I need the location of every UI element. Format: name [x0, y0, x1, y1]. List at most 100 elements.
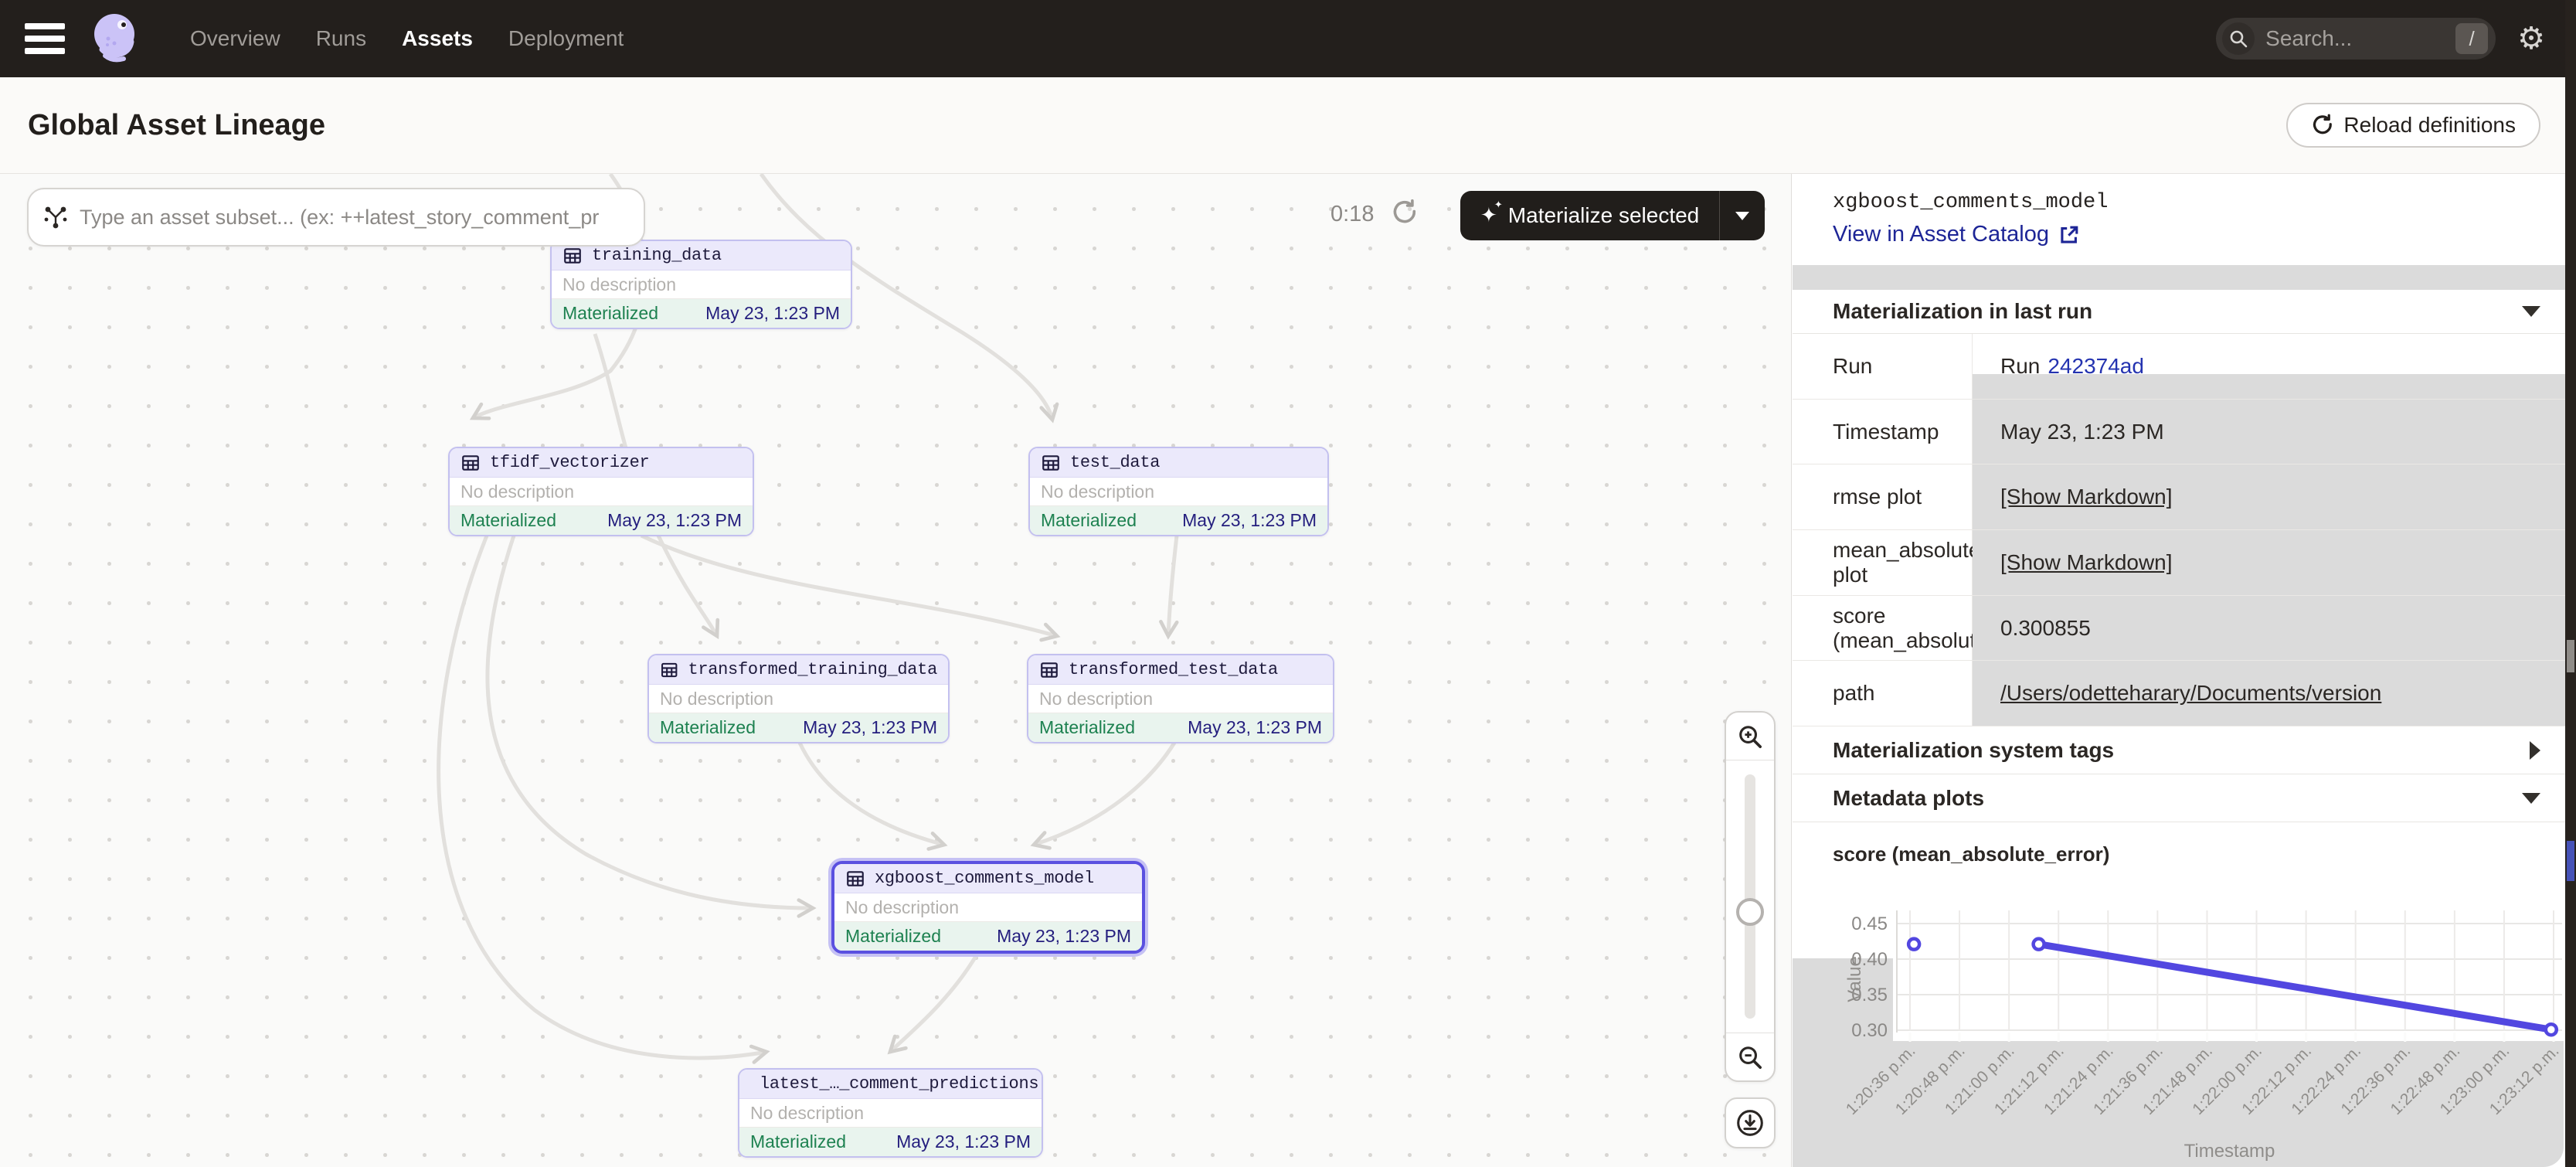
- lineage-edge: [439, 536, 766, 1058]
- value-link[interactable]: /Users/odetteharary/Documents/version: [2000, 681, 2381, 706]
- view-in-asset-catalog-link[interactable]: View in Asset Catalog: [1833, 222, 2080, 247]
- chevron-right-icon: [2530, 741, 2540, 760]
- row-value: 0.300855: [1973, 596, 2576, 661]
- materialization-time[interactable]: May 23, 1:23 PM: [803, 717, 937, 738]
- zoom-slider-track[interactable]: [1745, 774, 1755, 1019]
- data-point[interactable]: [1908, 939, 1919, 950]
- section-metadata-plots[interactable]: Metadata plots: [1793, 774, 2576, 822]
- value-link[interactable]: [Show Markdown]: [2000, 550, 2173, 575]
- top-navbar: Overview Runs Assets Deployment Search..…: [0, 0, 2576, 77]
- zoom-in-button[interactable]: [1726, 713, 1774, 760]
- x-axis-label: Timestamp: [2184, 1141, 2275, 1162]
- asset-subset-field[interactable]: [80, 206, 630, 230]
- table-icon: [1039, 660, 1059, 680]
- run-id-link[interactable]: 242374ad: [2048, 354, 2144, 379]
- nav-overview[interactable]: Overview: [190, 26, 280, 51]
- asset-node-header: latest_…_comment_predictions: [739, 1070, 1042, 1099]
- chevron-down-icon: [1735, 212, 1749, 220]
- asset-node-title: transformed_test_data: [1069, 660, 1278, 679]
- asset-node-transformed_training_data[interactable]: transformed_training_data No description…: [647, 654, 950, 743]
- row-label: Timestamp: [1793, 400, 1973, 464]
- table-row: TimestampMay 23, 1:23 PM: [1793, 400, 2576, 465]
- value-link[interactable]: [Show Markdown]: [2000, 485, 2173, 509]
- status-badge: Materialized: [1041, 510, 1137, 531]
- gear-icon[interactable]: ⚙: [2517, 21, 2545, 56]
- asset-lineage-graph[interactable]: 0:18 ✦ Materialize selected: [0, 174, 1792, 1167]
- asset-node-header: tfidf_vectorizer: [450, 448, 753, 478]
- lineage-edge: [641, 536, 1057, 636]
- table-row: rmse plot [Show Markdown]: [1793, 464, 2576, 530]
- materialize-selected-button[interactable]: ✦ Materialize selected: [1460, 191, 1765, 240]
- selected-asset-title: xgboost_comments_model: [1833, 191, 2576, 214]
- download-graph-button[interactable]: [1725, 1097, 1776, 1148]
- asset-node-footer: Materialized May 23, 1:23 PM: [739, 1128, 1042, 1156]
- menu-icon[interactable]: [25, 23, 65, 54]
- refresh-icon: [2311, 114, 2334, 137]
- materialization-time[interactable]: May 23, 1:23 PM: [1188, 717, 1322, 738]
- asset-node-footer: Materialized May 23, 1:23 PM: [552, 299, 851, 328]
- section-materialization-last-run[interactable]: Materialization in last run: [1793, 290, 2576, 334]
- section-materialization-system-tags[interactable]: Materialization system tags: [1793, 726, 2576, 774]
- asset-node-footer: Materialized May 23, 1:23 PM: [450, 506, 753, 535]
- row-value: [Show Markdown]: [1973, 530, 2576, 595]
- nav-runs[interactable]: Runs: [316, 26, 366, 51]
- materialization-time[interactable]: May 23, 1:23 PM: [1182, 510, 1317, 531]
- main-nav: Overview Runs Assets Deployment: [190, 26, 624, 51]
- dagster-logo-icon[interactable]: [87, 9, 145, 68]
- sparkle-icon: ✦: [1480, 204, 1497, 227]
- search-input[interactable]: Search... /: [2216, 18, 2496, 60]
- asset-node-transformed_test_data[interactable]: transformed_test_data No description Mat…: [1027, 654, 1334, 743]
- asset-node-footer: Materialized May 23, 1:23 PM: [1030, 506, 1327, 535]
- table-row: path/Users/odetteharary/Documents/versio…: [1793, 661, 2576, 726]
- asset-node-description: No description: [739, 1099, 1042, 1128]
- download-circle-icon: [1735, 1107, 1765, 1138]
- score-chart: 0.450.400.350.301:20:36 p.m.1:20:48 p.m.…: [1793, 885, 2576, 1167]
- asset-node-tfidf_vectorizer[interactable]: tfidf_vectorizer No description Material…: [448, 447, 754, 536]
- table-icon: [562, 246, 583, 266]
- asset-node-description: No description: [552, 270, 851, 299]
- row-label: rmse plot: [1793, 464, 1973, 529]
- status-badge: Materialized: [562, 303, 658, 324]
- zoom-slider[interactable]: [1726, 760, 1774, 1033]
- asset-node-xgboost_comments_model[interactable]: xgboost_comments_model No description Ma…: [831, 861, 1145, 954]
- lineage-edge: [1168, 536, 1177, 636]
- zoom-slider-handle[interactable]: [1736, 898, 1764, 926]
- table-row: score (mean_absolute_error)0.300855: [1793, 596, 2576, 662]
- asset-detail-panel: xgboost_comments_model View in Asset Cat…: [1793, 174, 2576, 1167]
- asset-subset-input[interactable]: [27, 188, 645, 247]
- asset-node-title: xgboost_comments_model: [875, 869, 1094, 888]
- external-link-icon: [2058, 224, 2080, 246]
- materialization-time[interactable]: May 23, 1:23 PM: [997, 926, 1131, 947]
- asset-node-footer: Materialized May 23, 1:23 PM: [1028, 713, 1333, 742]
- metadata-table: RunRun242374adTimestampMay 23, 1:23 PMrm…: [1793, 334, 2576, 726]
- data-point[interactable]: [2546, 1024, 2557, 1035]
- search-placeholder: Search...: [2265, 26, 2455, 51]
- asset-node-footer: Materialized May 23, 1:23 PM: [649, 713, 948, 742]
- row-label: path: [1793, 661, 1973, 726]
- asset-node-header: xgboost_comments_model: [834, 864, 1142, 893]
- materialization-time[interactable]: May 23, 1:23 PM: [896, 1131, 1031, 1152]
- row-value: Run242374ad: [1973, 334, 2576, 399]
- refresh-timer: 0:18: [1330, 202, 1374, 227]
- asset-node-training_data[interactable]: training_data No description Materialize…: [550, 240, 852, 329]
- lineage-graph-icon: [42, 204, 69, 230]
- asset-node-test_data[interactable]: test_data No description Materialized Ma…: [1028, 447, 1329, 536]
- page-title: Global Asset Lineage: [28, 109, 325, 142]
- edge-fragment: [2567, 841, 2574, 881]
- asset-node-title: tfidf_vectorizer: [490, 453, 649, 472]
- data-point[interactable]: [2034, 939, 2044, 950]
- nav-assets[interactable]: Assets: [402, 26, 473, 51]
- chevron-down-icon: [2522, 793, 2540, 804]
- refresh-countdown-icon[interactable]: [1391, 199, 1419, 226]
- asset-node-header: transformed_test_data: [1028, 655, 1333, 685]
- zoom-out-button[interactable]: [1726, 1033, 1774, 1080]
- reload-definitions-button[interactable]: Reload definitions: [2286, 103, 2540, 148]
- materialize-options-caret[interactable]: [1720, 191, 1765, 240]
- magnifier-plus-icon: [1736, 723, 1764, 750]
- y-tick-label: 0.45: [1851, 914, 1888, 934]
- nav-deployment[interactable]: Deployment: [508, 26, 624, 51]
- lineage-edge: [1034, 743, 1174, 845]
- asset-node-latest__comment_predictions[interactable]: latest_…_comment_predictions No descript…: [738, 1068, 1043, 1158]
- materialization-time[interactable]: May 23, 1:23 PM: [705, 303, 840, 324]
- materialization-time[interactable]: May 23, 1:23 PM: [607, 510, 742, 531]
